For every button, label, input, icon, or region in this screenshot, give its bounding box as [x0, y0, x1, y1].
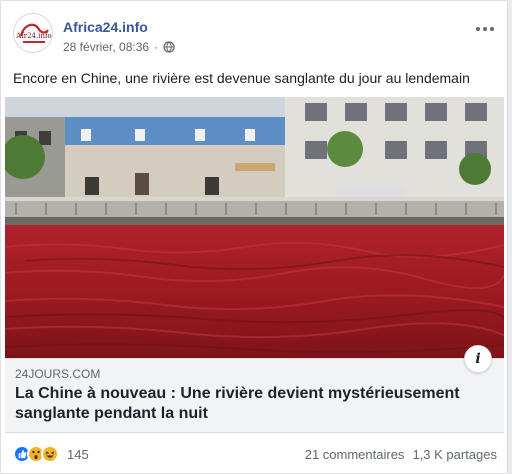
reaction-count: 145	[67, 446, 89, 462]
globe-icon[interactable]	[163, 41, 175, 53]
post-header: Afr24.info Africa24.info 28 février, 08:…	[13, 13, 497, 57]
post-text: Encore en Chine, une rivière est devenue…	[13, 70, 470, 86]
info-icon[interactable]: i	[464, 345, 492, 373]
page-name-link[interactable]: Africa24.info	[63, 19, 148, 35]
shares-count-link[interactable]: 1,3 K partages	[412, 447, 497, 462]
link-preview[interactable]: 24JOURS.COM La Chine à nouveau : Une riv…	[5, 345, 504, 433]
more-options-icon[interactable]	[473, 19, 497, 39]
link-title[interactable]: La Chine à nouveau : Une rivière devient…	[15, 384, 485, 424]
reactions-summary[interactable]: 145	[13, 445, 89, 463]
dot-separator: ·	[154, 40, 159, 54]
comments-count-link[interactable]: 21 commentaires	[305, 447, 405, 462]
avatar[interactable]: Afr24.info	[13, 13, 53, 53]
post-footer: 145 21 commentaires 1,3 K partages	[13, 443, 497, 465]
avatar-logo-text: Afr24.info	[15, 32, 52, 40]
post-meta: 28 février, 08:36 ·	[63, 40, 175, 54]
post-stats: 21 commentaires 1,3 K partages	[305, 447, 497, 462]
post-image[interactable]	[5, 97, 504, 358]
haha-icon	[41, 445, 59, 463]
link-domain: 24JOURS.COM	[15, 367, 101, 381]
post-timestamp[interactable]: 28 février, 08:36	[63, 40, 149, 54]
facebook-post: Afr24.info Africa24.info 28 février, 08:…	[0, 0, 508, 474]
reaction-icons	[13, 445, 59, 463]
